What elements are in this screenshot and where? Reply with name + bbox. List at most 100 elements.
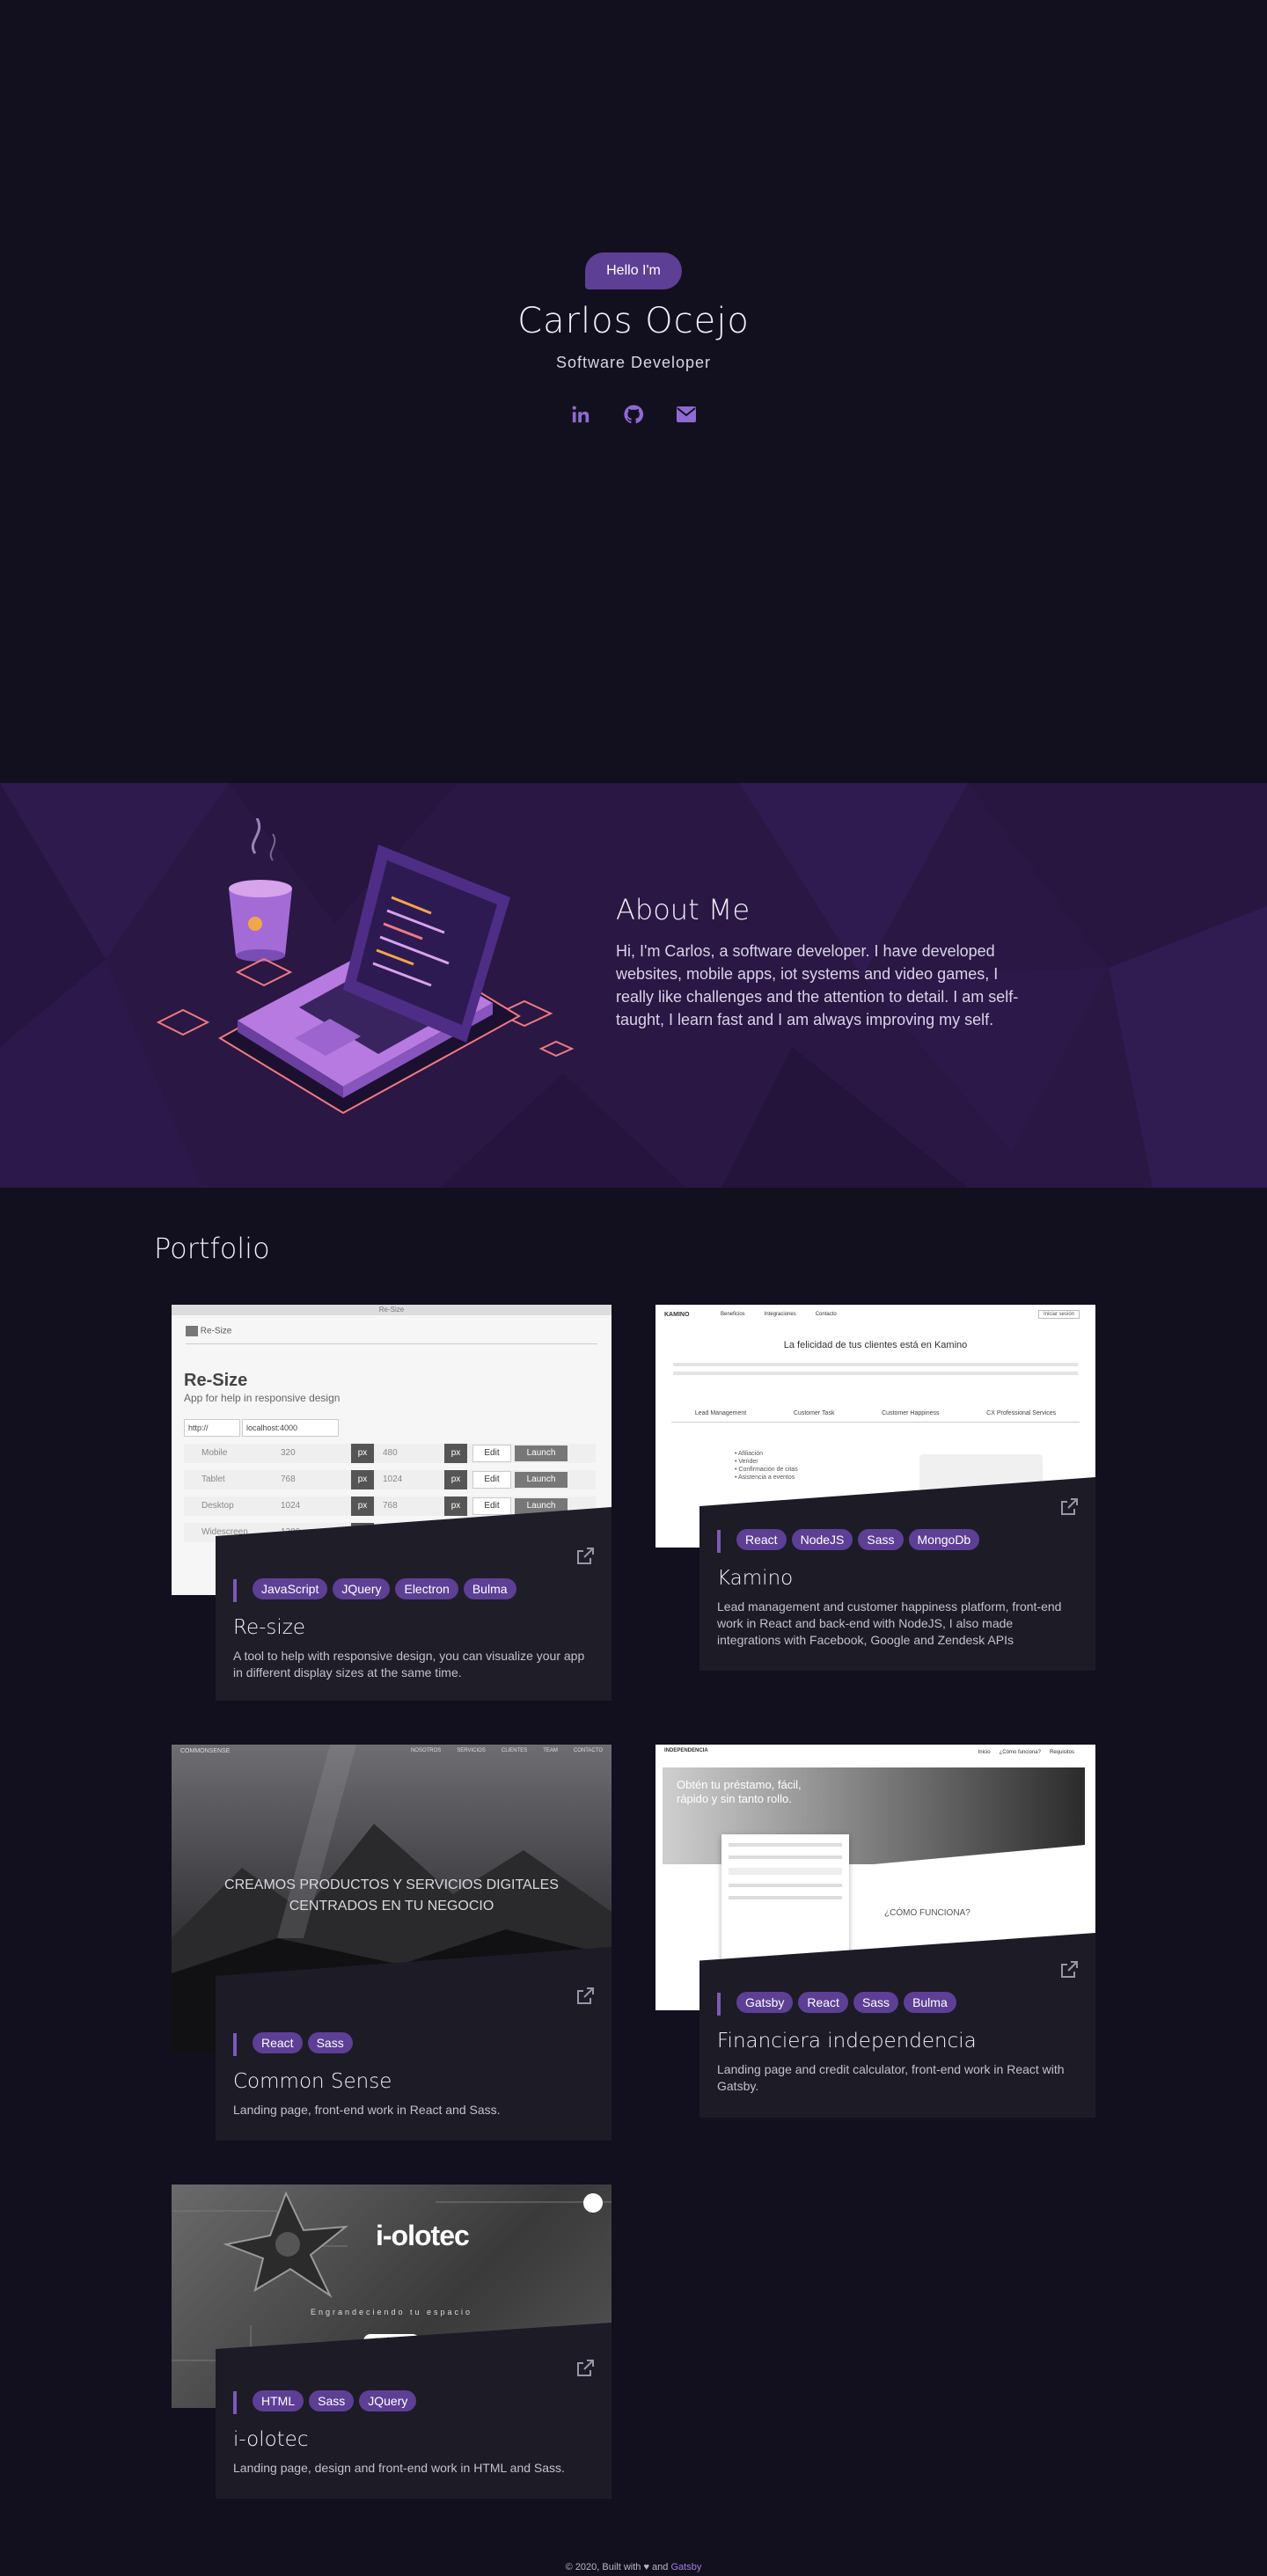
- site-bullets: • Afiliación • Vender • Confirmación de ci…: [735, 1450, 798, 1482]
- project-card-resize: JavaScript JQuery Electron Bulma Re-size…: [216, 1507, 612, 1701]
- project-card-financiera: Gatsby React Sass Bulma Financiera indep…: [699, 1933, 1095, 2118]
- tag: NodeJS: [791, 1529, 853, 1550]
- tab-item: Customer Task: [793, 1410, 835, 1416]
- project-title: Kamino: [717, 1567, 794, 1590]
- device-name: Tablet: [201, 1475, 225, 1484]
- tag: Bulma: [463, 1578, 516, 1599]
- edit-button[interactable]: Edit: [472, 1471, 511, 1489]
- device-row: Mobile 320 px 480 px Edit Launch: [184, 1444, 596, 1463]
- tag: Electron: [395, 1578, 458, 1599]
- tag: React: [253, 2032, 303, 2053]
- launch-button[interactable]: Launch: [515, 1472, 568, 1488]
- protocol-select[interactable]: http://: [184, 1419, 240, 1437]
- site-logo: COMMONSENSE: [180, 1748, 231, 1754]
- site-slogan: Engrandeciendo tu espacio: [310, 2308, 473, 2316]
- tag: JavaScript: [253, 1578, 328, 1599]
- site-headline: La felicidad de tus clientes está en Kam…: [783, 1340, 968, 1350]
- nav-item: Requisitos: [1049, 1750, 1074, 1755]
- project-description: Landing page, design and front-end work …: [233, 2461, 565, 2475]
- loan-form: [721, 1834, 849, 1966]
- device-name: Desktop: [201, 1501, 234, 1511]
- nav-item: ¿Cómo funciona?: [999, 1750, 1041, 1755]
- logo-mark: [186, 1326, 198, 1336]
- nav-item: Inicio: [978, 1750, 991, 1755]
- project-card-iolotec: HTML Sass JQuery i-olotec Landing page, …: [216, 2323, 612, 2499]
- app-title: Re-Size: [184, 1371, 248, 1390]
- hero-role: Software Developer: [555, 354, 712, 371]
- nav-item: SERVICIOS: [457, 1748, 486, 1753]
- nav-item: CLIENTES: [501, 1748, 528, 1753]
- site-nav: NOSOTROS SERVICIOS CLIENTES TEAM CONTACTO: [411, 1748, 603, 1753]
- unit: px: [351, 1444, 374, 1463]
- laptop-illustration: [156, 818, 575, 1115]
- site-nav: Beneficios Integraciones Contacto: [721, 1312, 837, 1317]
- about-text: Hi, I'm Carlos, a software developer. I …: [616, 942, 1019, 1028]
- external-link-icon[interactable]: [575, 1546, 596, 1567]
- launch-button[interactable]: Launch: [515, 1445, 568, 1461]
- width-value: 1024: [281, 1501, 301, 1511]
- tab-item: CX Professional Services: [986, 1410, 1057, 1416]
- project-card-common-sense: React Sass Common Sense Landing page, fr…: [216, 1947, 612, 2141]
- app-logo: Re-Size: [186, 1326, 231, 1336]
- gatsby-link[interactable]: Gatsby: [670, 2562, 701, 2572]
- width-value: 768: [281, 1475, 296, 1484]
- bullet-item: • Confirmación de citas: [735, 1467, 798, 1473]
- project-description: Landing page, front-end work in React an…: [233, 2103, 501, 2117]
- nav-item: Beneficios: [721, 1312, 745, 1317]
- external-link-icon[interactable]: [1058, 1497, 1080, 1518]
- portfolio-title: Portfolio: [154, 1232, 270, 1265]
- app-subtitle: App for help in responsive design: [184, 1392, 341, 1404]
- tag: Gatsby: [736, 1992, 794, 2013]
- unit: px: [444, 1444, 467, 1463]
- tab-item: Customer Happiness: [882, 1410, 940, 1416]
- linkedin-icon[interactable]: [568, 401, 594, 428]
- hero-section: Hello I'm Carlos Ocejo Software Develope…: [0, 0, 1267, 783]
- project-title: Common Sense: [233, 2070, 392, 2093]
- site-headline: Obtén tu préstamo, fácil, rápido y sin t…: [677, 1778, 802, 1805]
- nav-item: TEAM: [543, 1748, 558, 1753]
- tag-accent-bar: [233, 2033, 237, 2056]
- envelope-icon[interactable]: [673, 401, 699, 428]
- project-description: Landing page and credit calculator, fron…: [717, 2062, 1065, 2093]
- tab-item: Lead Management: [694, 1410, 747, 1416]
- nav-item: Contacto: [815, 1312, 837, 1317]
- height-value: 1024: [383, 1475, 403, 1484]
- url-input[interactable]: localhost:4000: [242, 1419, 339, 1437]
- github-icon[interactable]: [620, 401, 647, 428]
- external-link-icon[interactable]: [1058, 1959, 1080, 1980]
- project-card-kamino: React NodeJS Sass MongoDb Kamino Lead ma…: [699, 1477, 1095, 1671]
- edit-button[interactable]: Edit: [472, 1497, 511, 1515]
- project-description: Lead management and customer happiness p…: [717, 1599, 1062, 1647]
- height-value: 768: [383, 1501, 398, 1511]
- site-headline: CREAMOS PRODUCTOS Y SERVICIOS DIGITALES C…: [224, 1877, 559, 1914]
- site-logo: i-olotec: [376, 2220, 470, 2251]
- bullet-item: • Vender: [735, 1459, 758, 1465]
- hero-name: Carlos Ocejo: [517, 301, 750, 341]
- window-title: Re-Size: [172, 1305, 612, 1315]
- tag: MongoDb: [908, 1529, 980, 1550]
- menu-icon: [583, 2193, 603, 2213]
- project-description: A tool to help with responsive design, y…: [233, 1649, 585, 1680]
- external-link-icon[interactable]: [575, 2358, 596, 2379]
- login-button: Iniciar sesión: [1037, 1310, 1080, 1319]
- about-title: About Me: [616, 893, 751, 926]
- bullet-item: • Afiliación: [735, 1451, 764, 1457]
- edit-button[interactable]: Edit: [472, 1445, 511, 1462]
- tag-accent-bar: [717, 1993, 721, 2016]
- external-link-icon[interactable]: [575, 1986, 596, 2007]
- tag: React: [736, 1529, 787, 1550]
- tag-accent-bar: [233, 2391, 237, 2414]
- tag-list: React Sass: [253, 2032, 353, 2053]
- nav-item: Integraciones: [764, 1312, 796, 1317]
- tag: Sass: [853, 1992, 899, 2013]
- tag: JQuery: [333, 1578, 391, 1599]
- tag: JQuery: [359, 2390, 417, 2411]
- unit: px: [351, 1497, 374, 1516]
- tag: Bulma: [904, 1992, 956, 2013]
- greeting-bubble: Hello I'm: [585, 252, 682, 289]
- project-title: Financiera independencia: [717, 2030, 977, 2053]
- project-title: Re-size: [233, 1616, 305, 1639]
- nav-item: CONTACTO: [573, 1748, 603, 1753]
- tag: React: [798, 1992, 848, 2013]
- tag-list: React NodeJS Sass MongoDb: [736, 1529, 980, 1550]
